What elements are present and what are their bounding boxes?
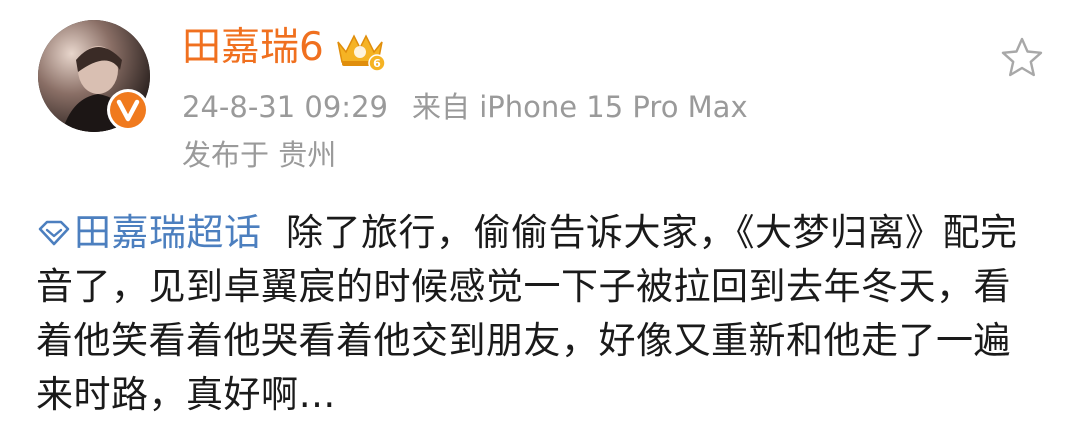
verified-v-icon xyxy=(107,89,149,131)
weibo-post-card: 田嘉瑞6 6 24-8-31 09:29 来自 iPhone 15 Pro Max… xyxy=(0,0,1080,432)
star-outline-icon[interactable] xyxy=(998,34,1046,82)
post-location: 发布于 贵州 xyxy=(182,138,337,172)
crown-level-6-icon[interactable]: 6 xyxy=(332,28,388,72)
svg-text:6: 6 xyxy=(373,57,381,70)
post-content: 田嘉瑞超话 除了旅行，偷偷告诉大家，《大梦归离》配完音了，见到卓翼宸的时候感觉一… xyxy=(36,206,1046,422)
super-topic-link[interactable]: 田嘉瑞超话 xyxy=(36,211,262,254)
post-meta: 24-8-31 09:29 来自 iPhone 15 Pro Max xyxy=(182,88,748,126)
super-topic-diamond-icon xyxy=(38,220,70,246)
post-timestamp: 24-8-31 09:29 xyxy=(182,90,388,124)
super-topic-label[interactable]: 田嘉瑞超话 xyxy=(74,211,262,254)
username[interactable]: 田嘉瑞6 xyxy=(182,24,324,72)
post-source: 来自 iPhone 15 Pro Max xyxy=(411,90,748,124)
avatar-container[interactable] xyxy=(38,20,150,132)
